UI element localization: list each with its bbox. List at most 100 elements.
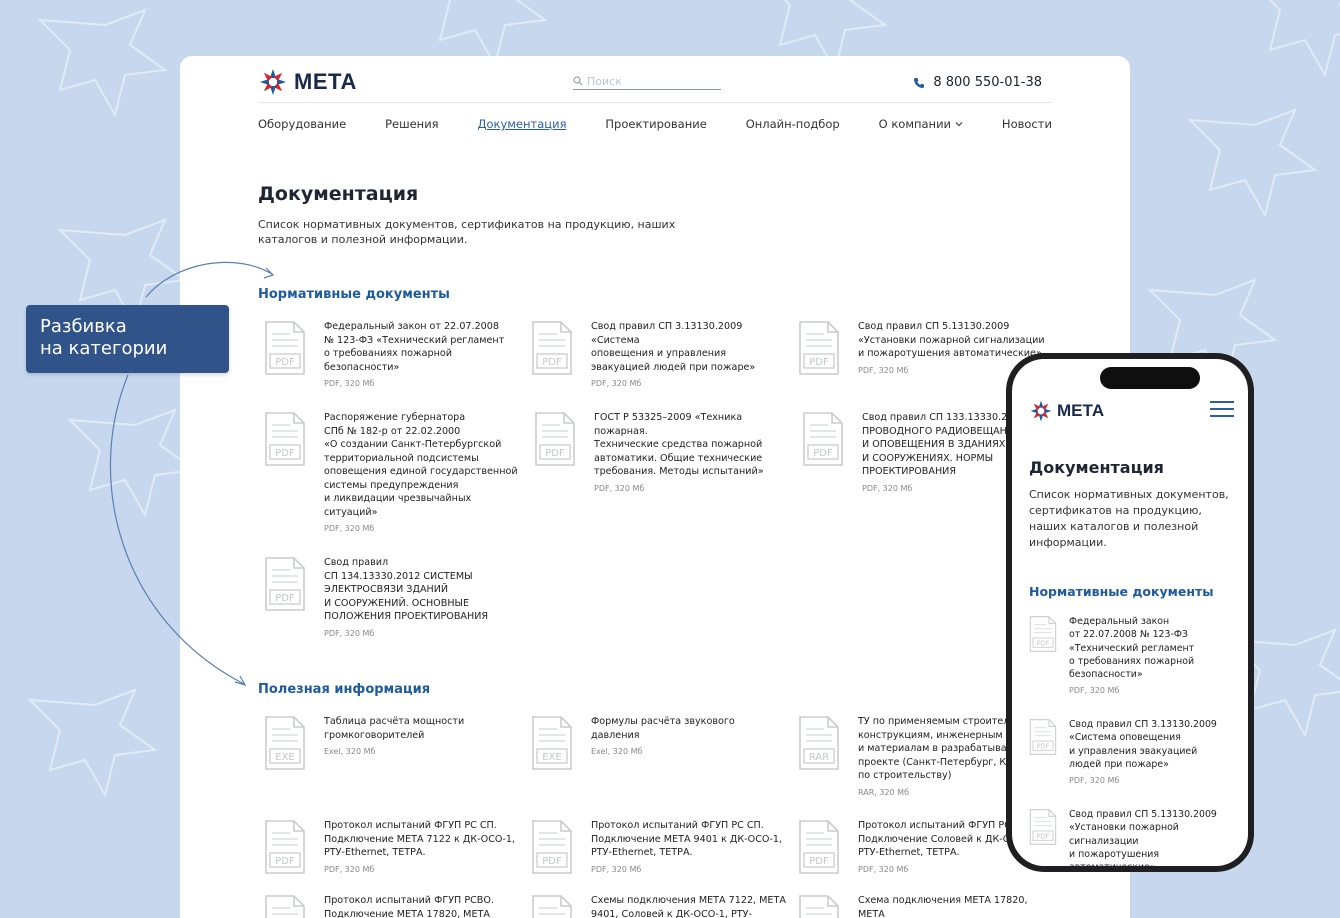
pdf-file-icon: PDF: [265, 820, 305, 874]
document-name[interactable]: Свод правил СП 3.13130.2009 «Система опов…: [1069, 718, 1234, 771]
document-file-icon: PDF: [531, 894, 573, 918]
document-item[interactable]: PDF ГОСТ Р 53325–2009 «Техника пожарная. Т…: [534, 411, 789, 493]
document-item[interactable]: PDF Протокол испытаний ФГУП РС СП. Подключ…: [264, 819, 519, 875]
document-item[interactable]: EXE Таблица расчёта мощности громкоговорит…: [264, 715, 519, 771]
svg-text:PDF: PDF: [275, 448, 295, 459]
document-file-icon: PDF: [264, 819, 306, 875]
pdf-file-icon: PDF: [803, 412, 843, 466]
mobile-section-title: Нормативные документы: [1029, 584, 1214, 599]
document-item[interactable]: PDF Схема подключения МЕТА 17820, МЕТА178…: [798, 894, 1053, 918]
document-item[interactable]: PDF Свод правил СП 3.13130.2009 «Система о…: [531, 320, 786, 388]
mobile-logo-text: МЕТА: [1057, 401, 1105, 420]
phone-icon: [914, 77, 925, 88]
document-item[interactable]: PDF Свод правил СП 5.13130.2009 «Установки…: [1029, 808, 1234, 866]
exe-file-icon: EXE: [532, 716, 572, 770]
document-file-icon: PDF: [802, 411, 844, 467]
header-phone[interactable]: 8 800 550-01-38: [913, 75, 1042, 90]
document-name[interactable]: Протокол испытаний ФГУП РС СП. Подключени…: [591, 819, 786, 860]
rar-file-icon: RAR: [799, 716, 839, 770]
svg-text:PDF: PDF: [1037, 832, 1050, 840]
search-input[interactable]: [587, 74, 717, 88]
document-name[interactable]: Свод правил СП 3.13130.2009 «Система опов…: [591, 320, 786, 374]
svg-text:PDF: PDF: [813, 448, 833, 459]
nav-item-documentation[interactable]: Документация: [477, 114, 566, 134]
search-box[interactable]: [573, 73, 721, 90]
document-file-icon: RAR: [798, 715, 840, 771]
logo-star-icon: [1030, 400, 1052, 422]
pdf-file-icon: PDF: [1029, 809, 1057, 845]
site-logo[interactable]: МЕТА: [258, 67, 357, 97]
document-name[interactable]: Свод правил СП 5.13130.2009 «Установки по…: [858, 320, 1053, 361]
document-file-icon: PDF: [534, 411, 576, 467]
svg-text:PDF: PDF: [545, 448, 565, 459]
document-file-icon: PDF: [531, 320, 573, 376]
nav-item-about[interactable]: О компании: [879, 114, 963, 134]
svg-text:PDF: PDF: [809, 856, 829, 867]
page-lead: Список нормативных документов, сертифика…: [258, 218, 676, 246]
pdf-file-icon: PDF: [265, 321, 305, 375]
pdf-file-icon: PDF: [1029, 719, 1057, 755]
logo-text: МЕТА: [294, 69, 357, 94]
mobile-page-lead: Список нормативных документов, сертифика…: [1029, 488, 1229, 549]
site-header: МЕТА 8 800 550-01-38: [258, 56, 1052, 103]
mobile-logo[interactable]: МЕТА: [1029, 399, 1104, 423]
document-name[interactable]: Схемы подключения МЕТА 7122, МЕТА 9401, С…: [591, 894, 786, 918]
svg-text:EXE: EXE: [275, 752, 295, 763]
exe-file-icon: EXE: [265, 716, 305, 770]
document-meta: PDF, 320 Мб: [324, 628, 375, 638]
document-file-icon: PDF: [798, 819, 840, 875]
document-file-icon: PDF: [531, 819, 573, 875]
mobile-screen: МЕТА Документация Список нормативных док…: [1012, 359, 1248, 866]
document-name[interactable]: Таблица расчёта мощности громкоговорителе…: [324, 715, 519, 742]
document-meta: PDF, 320 Мб: [324, 864, 375, 874]
main-nav: Оборудование Решения Документация Проект…: [258, 114, 1052, 134]
svg-text:PDF: PDF: [275, 357, 295, 368]
document-item[interactable]: PDF Свод правил СП 134.13330.2012 СИСТЕМЫ Э…: [264, 556, 519, 638]
document-file-icon: PDF: [1029, 615, 1057, 653]
document-meta: PDF, 320 Мб: [591, 379, 642, 388]
nav-item-solutions[interactable]: Решения: [385, 114, 439, 134]
document-item[interactable]: PDF Протокол испытаний ФГУП РСВО.Подключе…: [264, 894, 519, 918]
document-item[interactable]: PDF Свод правил СП 3.13130.2009 «Система о…: [1029, 718, 1234, 785]
document-name[interactable]: Свод правил СП 5.13130.2009 «Установки по…: [1069, 808, 1234, 866]
document-name[interactable]: ГОСТ Р 53325–2009 «Техника пожарная. Техн…: [594, 411, 789, 479]
document-meta: PDF, 320 Мб: [594, 483, 645, 493]
pdf-file-icon: PDF: [535, 412, 575, 466]
document-meta: PDF, 320 Мб: [591, 864, 642, 874]
nav-item-design[interactable]: Проектирование: [605, 114, 706, 134]
pdf-file-icon: PDF: [532, 895, 572, 918]
document-item[interactable]: PDF Федеральный закон от 22.07.2008 № 123-…: [264, 320, 519, 388]
document-name[interactable]: Свод правил СП 134.13330.2012 СИСТЕМЫ ЭЛЕК…: [324, 556, 519, 624]
mobile-page-title: Документация: [1029, 458, 1164, 477]
mobile-mockup: МЕТА Документация Список нормативных док…: [1006, 353, 1254, 872]
phone-number: 8 800 550-01-38: [933, 75, 1042, 90]
section-title-useful: Полезная информация: [258, 682, 431, 697]
category-callout: Разбивка на категории: [26, 305, 229, 373]
nav-item-news[interactable]: Новости: [1002, 114, 1052, 134]
nav-item-online-selection[interactable]: Онлайн-подбор: [746, 114, 840, 134]
document-file-icon: PDF: [264, 556, 306, 612]
document-name[interactable]: Схема подключения МЕТА 17820, МЕТА17821 …: [858, 894, 1053, 918]
document-item[interactable]: PDF Распоряжение губернатора СПб № 182-р о…: [264, 411, 519, 533]
document-name[interactable]: Протокол испытаний ФГУП РСВО. Подключение…: [324, 894, 519, 918]
document-file-icon: PDF: [1029, 808, 1057, 846]
svg-text:PDF: PDF: [1037, 742, 1050, 750]
document-item[interactable]: EXE Формулы расчёта звукового давления Exe…: [531, 715, 786, 771]
document-name[interactable]: Формулы расчёта звукового давления: [591, 715, 786, 742]
hamburger-menu-icon[interactable]: [1210, 401, 1234, 417]
pdf-file-icon: PDF: [265, 557, 305, 611]
svg-text:PDF: PDF: [275, 593, 295, 604]
document-file-icon: EXE: [531, 715, 573, 771]
nav-item-equipment[interactable]: Оборудование: [258, 114, 346, 134]
document-item[interactable]: PDF Протокол испытаний ФГУП РС СП. Подключ…: [531, 819, 786, 875]
document-name[interactable]: Протокол испытаний ФГУП РС СП. Подключени…: [324, 819, 519, 860]
document-name[interactable]: Федеральный закон от 22.07.2008 № 123-ФЗ «…: [1069, 615, 1234, 681]
svg-text:PDF: PDF: [542, 357, 562, 368]
chevron-down-icon: [955, 122, 963, 127]
pdf-file-icon: PDF: [799, 321, 839, 375]
pdf-file-icon: PDF: [1029, 616, 1057, 652]
document-name[interactable]: Федеральный закон от 22.07.2008 № 123-ФЗ …: [324, 320, 519, 374]
document-item[interactable]: PDF Схемы подключения МЕТА 7122, МЕТА9401…: [531, 894, 786, 918]
document-item[interactable]: PDF Федеральный закон от 22.07.2008 № 123-…: [1029, 615, 1234, 695]
document-name[interactable]: Распоряжение губернатора СПб № 182-р от 2…: [324, 411, 519, 519]
